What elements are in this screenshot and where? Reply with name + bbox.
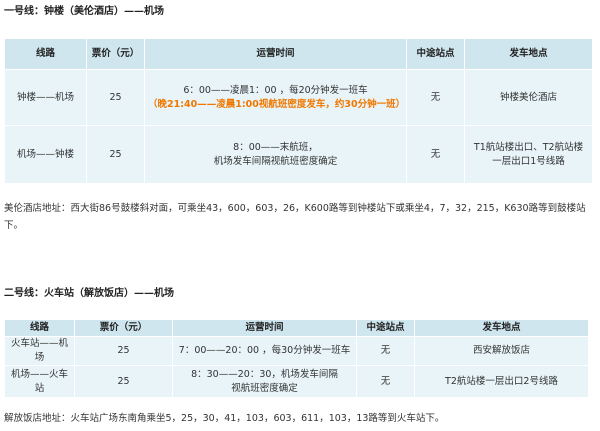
- section-2-title: 二号线：火车站（解放饭店）——机场: [4, 288, 174, 299]
- header-stops: 中途站点: [356, 319, 415, 337]
- hours-line: 机场发车间隔视航班密度确定: [213, 155, 338, 167]
- route-cell: 火车站——机场: [4, 336, 75, 366]
- depart-cell: 钟楼美伦酒店: [464, 69, 593, 126]
- table-header-row: 线路 票价（元） 运营时间 中途站点 发车地点: [4, 38, 593, 70]
- depart-line: 一层出口1号线路: [492, 155, 565, 167]
- depart-line: 西安解放饭店: [472, 345, 530, 356]
- stops-cell: 无: [406, 125, 465, 184]
- route-cell: 机场——钟楼: [4, 125, 87, 184]
- stops-cell: 无: [356, 365, 415, 398]
- hours-line: 8：00——末航班，: [233, 141, 318, 153]
- hours-line: 6：00——凌晨1：00 ，每20分钟发一班车: [183, 84, 368, 96]
- depart-cell: 西安解放饭店: [414, 336, 589, 366]
- hours-cell: 6：00——凌晨1：00 ，每20分钟发一班车 （晚21:40——凌晨1:00视…: [144, 69, 407, 126]
- route-cell: 机场——火车站: [4, 365, 75, 398]
- header-route: 线路: [4, 319, 75, 337]
- stops-cell: 无: [406, 69, 465, 126]
- route-cell: 钟楼——机场: [4, 69, 87, 126]
- depart-line: T2航站楼一层出口2号线路: [445, 375, 558, 387]
- hours-line: 视航班密度确定: [231, 382, 298, 394]
- route-table-1: 线路 票价（元） 运营时间 中途站点 发车地点 钟楼——机场 25 6：00——…: [4, 38, 593, 184]
- header-fare: 票价（元）: [74, 319, 173, 337]
- address-note-2: 解放饭店地址：火车站广场东南角乘坐5，25，30，41，103，603，611，…: [4, 413, 445, 424]
- table-row: 火车站——机场 25 7：00——20：00 ，每30分钟发一班车 无 西安解放…: [4, 336, 589, 366]
- hours-cell: 8：00——末航班， 机场发车间隔视航班密度确定: [144, 125, 407, 184]
- fare-cell: 25: [86, 125, 145, 184]
- hours-line: 8：30——20：30，机场发车间隔: [191, 368, 338, 380]
- depart-line: T1航站楼出口、T2航站楼: [473, 141, 584, 153]
- depart-line: 钟楼美伦酒店: [499, 91, 557, 103]
- header-fare: 票价（元）: [86, 38, 145, 70]
- hours-cell: 8：30——20：30，机场发车间隔 视航班密度确定: [172, 365, 357, 398]
- header-depart: 发车地点: [464, 38, 593, 70]
- header-hours: 运营时间: [144, 38, 407, 70]
- fare-cell: 25: [74, 336, 173, 366]
- table-row: 机场——火车站 25 8：30——20：30，机场发车间隔 视航班密度确定 无 …: [4, 365, 589, 398]
- header-hours: 运营时间: [172, 319, 357, 337]
- hours-line: 7：00——20：00 ，每30分钟发一班车: [178, 345, 351, 356]
- header-depart: 发车地点: [414, 319, 589, 337]
- header-route: 线路: [4, 38, 87, 70]
- fare-cell: 25: [86, 69, 145, 126]
- table-header-row: 线路 票价（元） 运营时间 中途站点 发车地点: [4, 319, 589, 337]
- header-stops: 中途站点: [406, 38, 465, 70]
- table-row: 机场——钟楼 25 8：00——末航班， 机场发车间隔视航班密度确定 无 T1航…: [4, 125, 593, 184]
- table-row: 钟楼——机场 25 6：00——凌晨1：00 ，每20分钟发一班车 （晚21:4…: [4, 69, 593, 126]
- fare-cell: 25: [74, 365, 173, 398]
- hours-highlight: （晚21:40——凌晨1:00视航班密度发车，约30分钟一班）: [148, 98, 406, 110]
- section-1-title: 一号线：钟楼（美伦酒店）——机场: [4, 6, 164, 17]
- hours-cell: 7：00——20：00 ，每30分钟发一班车: [172, 336, 357, 366]
- route-table-2: 线路 票价（元） 运营时间 中途站点 发车地点 火车站——机场 25 7：00—…: [4, 319, 589, 398]
- depart-cell: T2航站楼一层出口2号线路: [414, 365, 589, 398]
- depart-cell: T1航站楼出口、T2航站楼 一层出口1号线路: [464, 125, 593, 184]
- address-note-1: 美伦酒店地址：西大街86号鼓楼斜对面，可乘坐43，600，603，26，K600…: [4, 203, 586, 231]
- stops-cell: 无: [356, 336, 415, 366]
